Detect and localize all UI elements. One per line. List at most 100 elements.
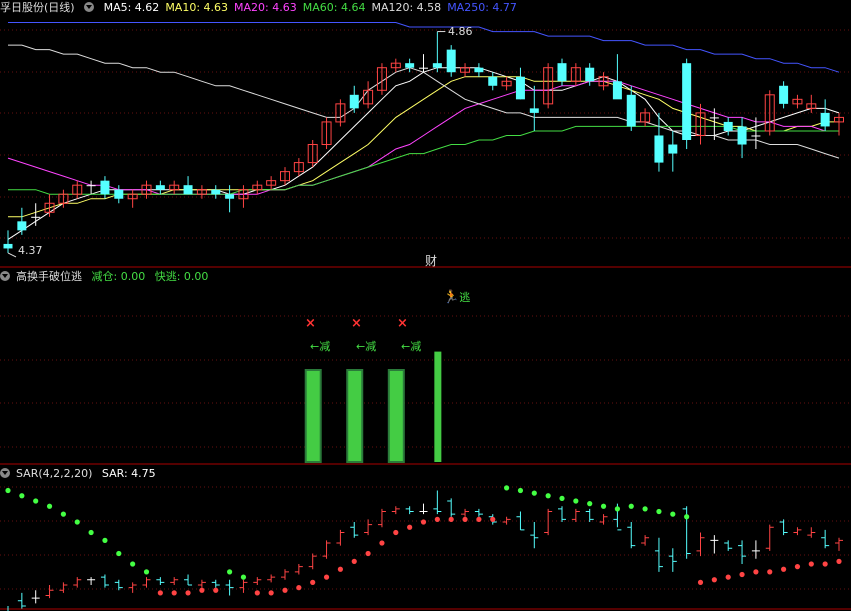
sar-dot [573, 498, 579, 504]
candle-body [446, 49, 456, 73]
chart-canvas [0, 22, 851, 611]
sar-dot [822, 561, 828, 567]
escape-value: 快逃: 0.00 [154, 270, 209, 283]
sar-dot [836, 558, 842, 564]
sar-dot [767, 569, 773, 575]
sar-dot [116, 550, 122, 557]
sar-dot [614, 506, 621, 512]
candle-body [751, 135, 761, 137]
sar-toggle-icon[interactable] [0, 468, 10, 478]
sar-dot [351, 558, 357, 564]
sar-dot [642, 506, 648, 512]
cross-mark-1: × [305, 316, 316, 331]
finance-marker[interactable]: 财 [425, 252, 437, 269]
cross-mark-2: × [351, 316, 362, 331]
reduce-annotation-3: ←减 [401, 340, 422, 353]
sar-dot [130, 561, 136, 567]
sar-dot [420, 519, 427, 525]
sar-dot [490, 516, 496, 522]
candle-body [100, 180, 110, 195]
candle-body [211, 189, 221, 195]
sar-dot [476, 516, 482, 522]
candle-body [349, 94, 359, 109]
reduce-bar [388, 370, 404, 462]
sar-dot [531, 490, 537, 496]
sar-dot [393, 529, 399, 536]
reduce-annotation-2: ←减 [356, 340, 377, 353]
sar-dot [310, 579, 316, 585]
candle-body [419, 67, 428, 69]
low-price-label: 4.37 [18, 244, 43, 257]
ma-legend-item: MA20: 4.63 [234, 1, 297, 14]
reduce-bar [347, 370, 363, 462]
reduce-value: 减仓: 0.00 [91, 270, 146, 283]
candle-body [682, 63, 692, 141]
candle-body [654, 135, 664, 163]
sar-dot [296, 585, 302, 591]
sar-dot [185, 590, 191, 596]
runner-icon: 🏃 [443, 290, 460, 305]
sar-header: SAR(4,2,2,20) SAR: 4.75 [0, 466, 162, 482]
escape-annotation: 🏃逃 [443, 289, 470, 305]
candle-body [183, 185, 193, 195]
sar-dot [559, 495, 565, 501]
stock-title: 孚日股份(日线) [0, 1, 75, 14]
candle-body [612, 81, 622, 100]
sar-dot [171, 590, 177, 596]
candle-body [529, 108, 539, 113]
sar-dot [379, 540, 385, 546]
candle-body [225, 194, 235, 199]
sar-dot [407, 524, 413, 530]
sar-dot [323, 574, 330, 580]
candle-body [626, 94, 636, 127]
sar-dot [282, 587, 288, 593]
candle-body [155, 185, 165, 190]
sar-dot [628, 503, 634, 509]
sar-dot [19, 493, 25, 499]
candle-body [709, 117, 719, 119]
reduce-annotation-1: ←减 [310, 340, 331, 353]
sar-dot [60, 511, 66, 517]
candle-body [86, 185, 96, 187]
sar-dot [600, 503, 607, 509]
candle-body [114, 189, 124, 199]
sar-dot [74, 519, 80, 525]
sar-dot [504, 485, 510, 491]
high-price-label: 4.86 [448, 25, 473, 38]
sar-dot [711, 577, 717, 583]
ma-legend-item: MA250: 4.77 [447, 1, 517, 14]
candle-body [779, 85, 789, 104]
sar-dot [670, 511, 676, 517]
sar-dot [517, 487, 524, 494]
sar-title: SAR(4,2,2,20) [16, 467, 93, 480]
sar-dot [5, 487, 11, 494]
indicator-title: 高换手破位逃 [16, 270, 82, 283]
sar-dot [587, 501, 593, 507]
candle-body [820, 112, 830, 127]
sar-dot [213, 587, 219, 593]
sar-dot [697, 579, 704, 585]
escape-label: 逃 [459, 291, 471, 304]
sar-dot [462, 516, 468, 522]
sar-dot [753, 569, 759, 575]
candle-body [737, 126, 747, 145]
ma-legend: MA5: 4.62 MA10: 4.63 MA20: 4.63 MA60: 4.64 M… [104, 1, 523, 14]
sar-dot [254, 590, 260, 596]
reduce-bar [305, 370, 321, 462]
sar-dot [268, 590, 274, 596]
candle-body [3, 243, 13, 249]
indicator-toggle-icon[interactable] [0, 271, 10, 281]
sar-dot [199, 587, 205, 593]
sar-dot [365, 550, 371, 557]
settings-toggle-icon[interactable] [84, 2, 95, 12]
ma-legend-item: MA5: 4.62 [103, 1, 160, 14]
sar-dot [240, 574, 247, 580]
candle-body [488, 76, 498, 86]
candle-body [405, 63, 415, 68]
escape-bar [434, 351, 442, 462]
sar-value: SAR: 4.75 [101, 467, 156, 480]
sar-dot [143, 569, 150, 575]
candle-body [474, 67, 484, 73]
sar-dot [102, 537, 108, 543]
ma-legend-item: MA60: 4.64 [302, 1, 366, 14]
